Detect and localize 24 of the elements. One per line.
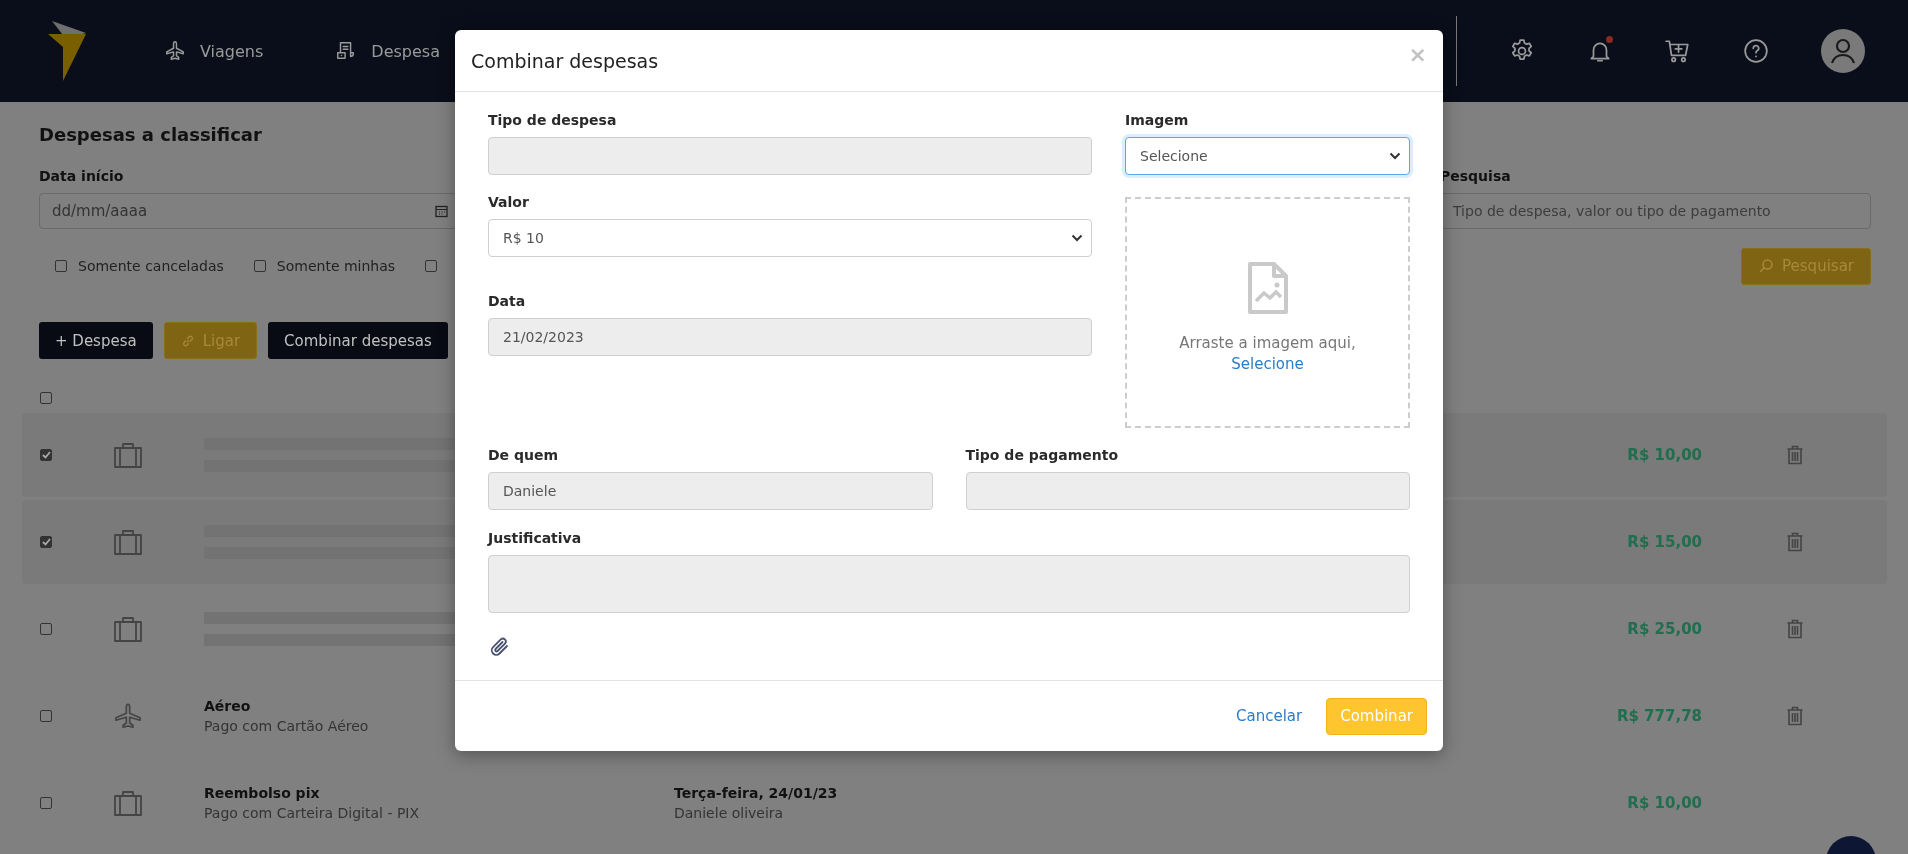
amount: R$ 10,00 bbox=[1626, 446, 1702, 464]
checkbox-label: Somente minhas bbox=[276, 258, 396, 274]
expense-date: Terça-feira, 24/01/23 bbox=[674, 784, 839, 803]
checkbox-label: Somente canceladas bbox=[78, 258, 224, 274]
page-title: Despesas a classificar bbox=[39, 124, 263, 146]
field-label: Data bbox=[488, 292, 527, 310]
dialog-title: Combinar despesas bbox=[471, 49, 659, 72]
field-label: Imagem bbox=[1125, 111, 1190, 129]
field-label: Tipo de despesa bbox=[488, 111, 618, 129]
expense-title: Reembolso pix bbox=[204, 784, 321, 803]
payment-method: Pago com Carteira Digital - PIX bbox=[204, 804, 421, 823]
person-name: Daniele oliveira bbox=[674, 804, 785, 823]
payment-method: Pago com Cartão Aéreo bbox=[204, 717, 370, 736]
dropzone-text: Arraste a imagem aqui, bbox=[1179, 332, 1356, 354]
field-label: Tipo de pagamento bbox=[965, 446, 1120, 464]
field-label: De quem bbox=[488, 446, 560, 464]
amount: R$ 15,00 bbox=[1626, 533, 1702, 551]
field-label: Data início bbox=[39, 167, 125, 185]
amount: R$ 10,00 bbox=[1626, 794, 1702, 812]
amount: R$ 25,00 bbox=[1626, 620, 1702, 638]
amount: R$ 777,78 bbox=[1615, 707, 1702, 725]
field-label: Justificativa bbox=[488, 529, 583, 547]
expense-title: Aéreo bbox=[204, 697, 252, 716]
field-label: Valor bbox=[488, 193, 530, 211]
